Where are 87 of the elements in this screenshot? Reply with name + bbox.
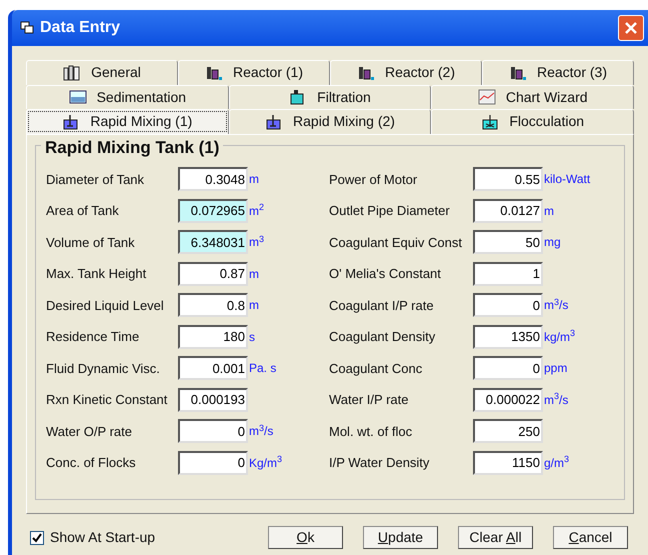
unit-label: mg xyxy=(544,234,561,252)
value-field[interactable]: 0.8 xyxy=(178,293,248,318)
books-icon xyxy=(63,64,82,81)
field-label: Diameter of Tank xyxy=(46,170,146,188)
unit-label: Pa. s xyxy=(249,360,276,378)
unit-label: m$^{3}$/s xyxy=(249,422,274,440)
unit-label: m xyxy=(249,297,259,314)
value-field[interactable]: 1 xyxy=(473,262,543,286)
unit-label: kg/m$^{3}$ xyxy=(544,328,576,346)
value-field[interactable]: 0.87 xyxy=(178,262,248,286)
tab[interactable]: Rapid Mixing (1) xyxy=(26,109,229,134)
mixer-tank-icon xyxy=(481,114,500,130)
unit-label: m xyxy=(249,266,259,283)
tab[interactable]: Flocculation xyxy=(431,109,634,134)
field-label: Outlet Pipe Diameter xyxy=(329,202,451,220)
value-field[interactable]: 0.072965 xyxy=(178,198,248,223)
field-label: Water I/P rate xyxy=(329,391,410,409)
field-label: Power of Motor xyxy=(329,170,418,188)
value-field[interactable]: 0.000022 xyxy=(473,388,543,412)
field-label: Mol. wt. of floc xyxy=(329,422,414,440)
mixer-tank-icon xyxy=(62,114,80,130)
startup-checkbox[interactable]: Show At Start-up xyxy=(30,527,156,548)
field-label: Coagulant Density xyxy=(329,328,436,346)
unit-label: s xyxy=(249,328,255,346)
unit-label: Kg/m$^{3}$ xyxy=(249,454,282,472)
unit-label: g/m$^{3}$ xyxy=(544,454,570,472)
field-label: Volume of Tank xyxy=(46,234,136,252)
value-field[interactable]: 250 xyxy=(473,419,543,444)
field-label: Water O/P rate xyxy=(46,422,133,440)
field-label: I/P Water Density xyxy=(329,454,430,472)
unit-label: kilo-Watt xyxy=(544,171,590,188)
field-label: Area of Tank xyxy=(46,202,120,220)
field-label: Conc. of Flocks xyxy=(46,454,137,472)
tab[interactable]: Rapid Mixing (2) xyxy=(228,109,432,134)
unit-label: m$^{2}$ xyxy=(249,202,264,220)
value-field[interactable]: 50 xyxy=(473,230,543,254)
tank-icon xyxy=(508,64,527,81)
field-label: O' Melia's Constant xyxy=(329,265,442,283)
checkbox-box[interactable] xyxy=(30,530,44,544)
value-field[interactable]: 6.348031 xyxy=(178,230,248,254)
unit-label: m xyxy=(249,171,259,188)
field-label: Residence Time xyxy=(46,328,140,346)
tab[interactable]: Reactor (3) xyxy=(482,60,634,84)
tank-icon xyxy=(204,64,223,81)
field-label: Coagulant I/P rate xyxy=(329,296,435,315)
field-label: Fluid Dynamic Visc. xyxy=(46,360,161,378)
tab[interactable]: Reactor (1) xyxy=(178,60,330,84)
value-field[interactable]: 0 xyxy=(178,450,248,475)
window-icon xyxy=(20,21,34,35)
value-field[interactable]: 1350 xyxy=(473,324,543,349)
close-icon xyxy=(624,21,638,35)
field-label: Coagulant Conc xyxy=(329,360,424,378)
value-field[interactable]: 0 xyxy=(473,293,543,318)
dialog-button[interactable]: Update xyxy=(363,526,438,549)
window-title: Data Entry xyxy=(40,18,120,38)
mixer-tank-icon xyxy=(265,114,284,130)
unit-label: m$^{3}$/s xyxy=(544,296,568,314)
tab[interactable]: Filtration xyxy=(228,84,432,109)
tab[interactable]: Reactor (2) xyxy=(330,60,482,84)
field-label: Desired Liquid Level xyxy=(46,296,165,315)
basin-icon xyxy=(68,89,87,106)
tank-icon xyxy=(356,64,375,81)
tab[interactable]: Sedimentation xyxy=(26,84,229,109)
dialog-button[interactable]: Ok xyxy=(268,526,343,549)
unit-label: m$^{3}$ xyxy=(249,233,264,252)
dialog-button[interactable]: Cancel xyxy=(553,526,628,549)
checkmark-icon xyxy=(32,532,42,542)
value-field[interactable]: 180 xyxy=(178,324,248,349)
value-field[interactable]: 0.000193 xyxy=(178,388,248,412)
tab[interactable]: Chart Wizard xyxy=(431,84,634,109)
unit-label: ppm xyxy=(544,360,568,378)
value-field[interactable]: 0 xyxy=(473,356,543,380)
value-field[interactable]: 0.001 xyxy=(178,356,248,380)
tab[interactable]: General xyxy=(26,60,178,84)
value-field[interactable]: 0.55 xyxy=(473,167,543,192)
unit-label: m xyxy=(544,202,554,220)
value-field[interactable]: 1150 xyxy=(473,450,543,475)
value-field[interactable]: 0 xyxy=(178,419,248,444)
field-label: Coagulant Equiv Const xyxy=(329,234,463,252)
value-field[interactable]: 0.0127 xyxy=(473,198,543,223)
unit-label: m$^{3}$/s xyxy=(544,390,568,409)
value-field[interactable]: 0.3048 xyxy=(178,167,248,192)
field-label: Rxn Kinetic Constant xyxy=(46,391,168,409)
dialog-button[interactable]: Clear All xyxy=(458,526,533,549)
field-label: Max. Tank Height xyxy=(46,265,148,283)
close-button[interactable] xyxy=(618,15,644,41)
chart-icon xyxy=(478,89,496,106)
